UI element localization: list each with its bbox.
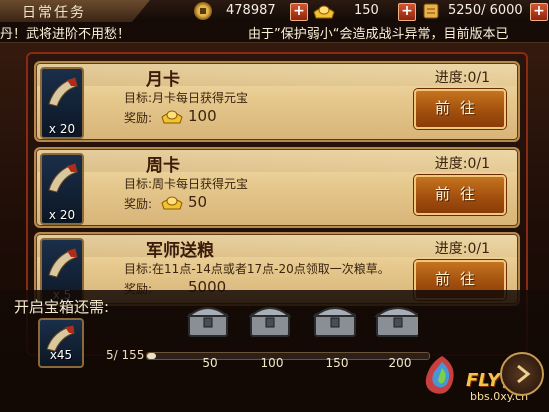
add-stamina-button[interactable]: + <box>530 3 548 21</box>
treasure-chest-icon[interactable] <box>374 300 418 340</box>
reward-amount: 50 <box>188 193 208 211</box>
stamina-value: 5250/ 6000 <box>448 3 523 18</box>
go-button[interactable]: 前往 <box>414 89 506 129</box>
task-title: 军师送粮 <box>146 241 214 261</box>
task-progress: 进度:0/1 <box>434 241 490 257</box>
treasure-chest-icon[interactable] <box>186 300 230 340</box>
task-card-monthly: x 20 月卡 进度:0/1 目标:月卡每日获得元宝 奖励: 100 前往 <box>34 61 520 142</box>
war-horn-icon <box>48 77 78 107</box>
chest-progress-fill <box>147 353 157 359</box>
treasure-chest-icon[interactable] <box>248 300 292 340</box>
reward-amount: 100 <box>188 107 217 125</box>
treasure-chest-icon[interactable] <box>312 300 356 340</box>
go-button[interactable]: 前往 <box>414 175 506 215</box>
announcement-text-right: 由于”保护弱小“会造成战斗异常，目前版本已 <box>248 27 509 42</box>
chest-key-quantity: x45 <box>49 348 73 362</box>
copper-coin-icon <box>194 2 212 20</box>
war-horn-icon <box>48 248 78 278</box>
task-title: 月卡 <box>146 70 180 90</box>
task-card-weekly: x 20 周卡 进度:0/1 目标:周卡每日获得元宝 奖励: 50 前往 <box>34 147 520 228</box>
gold-ingot-icon <box>313 5 335 19</box>
task-description: 目标:在11点-14点或者17点-20点领取一次粮草。 <box>124 262 390 276</box>
milestone-label: 50 <box>202 356 218 370</box>
gold-ingot-icon <box>161 196 183 210</box>
task-progress: 进度:0/1 <box>434 70 490 86</box>
page-title: 日常任务 <box>22 5 86 21</box>
item-quantity: x 20 <box>48 122 76 136</box>
gold-value: 150 <box>354 3 379 18</box>
milestone-label: 200 <box>388 356 412 370</box>
reward-label: 奖励: <box>124 197 153 211</box>
reward-item-slot[interactable]: x 20 <box>40 67 84 139</box>
fly-community-logo <box>425 356 454 394</box>
scroll-icon <box>423 3 439 19</box>
chevron-right-icon <box>517 364 531 384</box>
chest-progress-text: 5/ 155 <box>106 348 145 362</box>
add-copper-button[interactable]: + <box>290 3 308 21</box>
war-horn-icon <box>48 163 78 193</box>
reward-item-slot[interactable]: x 20 <box>40 153 84 225</box>
milestone-label: 150 <box>325 356 349 370</box>
task-description: 目标:月卡每日获得元宝 <box>124 91 249 105</box>
chest-requirement-label: 开启宝箱还需: <box>14 298 110 316</box>
reward-label: 奖励: <box>124 111 153 125</box>
next-arrow-button[interactable] <box>500 352 544 396</box>
task-title: 周卡 <box>146 156 180 176</box>
copper-value: 478987 <box>226 3 276 18</box>
item-quantity: x 20 <box>48 208 76 222</box>
milestone-label: 100 <box>260 356 284 370</box>
task-description: 目标:周卡每日获得元宝 <box>124 177 249 191</box>
gold-ingot-icon <box>161 110 183 124</box>
announcement-text-left: 丹！武将进阶不用愁！ <box>0 27 131 42</box>
add-gold-button[interactable]: + <box>398 3 416 21</box>
task-progress: 进度:0/1 <box>434 156 490 172</box>
